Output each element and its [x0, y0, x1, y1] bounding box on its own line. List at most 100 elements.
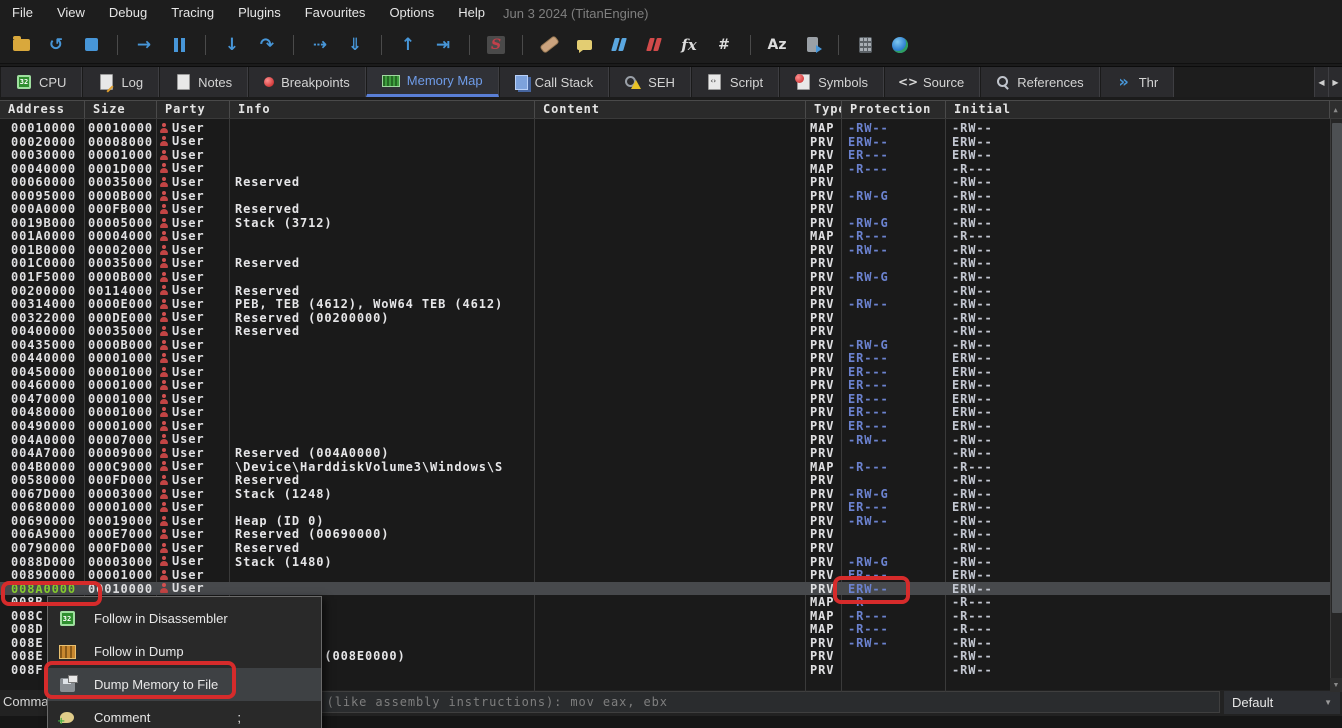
- table-row[interactable]: 000A0000000FB000UserReservedPRV-RW--: [0, 202, 1342, 216]
- menu-debug[interactable]: Debug: [97, 0, 159, 26]
- execute-till-return-icon[interactable]: ↑: [397, 34, 419, 56]
- scroll-up-icon[interactable]: ▲: [1330, 101, 1342, 118]
- pause-icon[interactable]: [168, 34, 190, 56]
- table-row[interactable]: 00322000000DE000UserReserved (00200000)P…: [0, 311, 1342, 325]
- tab-notes[interactable]: Notes: [159, 67, 248, 97]
- tab-references[interactable]: References: [980, 67, 1099, 97]
- table-row[interactable]: 0019B00000005000UserStack (3712)PRV-RW-G…: [0, 216, 1342, 230]
- table-row[interactable]: 008A000000010000UserPRVERW--ERW--: [0, 582, 1342, 596]
- menu-help[interactable]: Help: [446, 0, 497, 26]
- table-row[interactable]: 004B0000000C9000User\Device\HarddiskVolu…: [0, 460, 1342, 474]
- table-row[interactable]: 0088D00000003000UserStack (1480)PRV-RW-G…: [0, 555, 1342, 569]
- table-row[interactable]: 004A000000007000UserPRV-RW---RW--: [0, 433, 1342, 447]
- context-menu-item-dump-memory-to-file[interactable]: Dump Memory to File: [48, 668, 321, 701]
- table-row[interactable]: 0067D00000003000UserStack (1248)PRV-RW-G…: [0, 487, 1342, 501]
- column-header-info[interactable]: Info: [230, 101, 535, 118]
- tab-call-stack[interactable]: Call Stack: [499, 67, 610, 97]
- table-row[interactable]: 0003000000001000UserPRVER---ERW--: [0, 148, 1342, 162]
- table-row[interactable]: 00580000000FD000UserReservedPRV-RW--: [0, 473, 1342, 487]
- context-menu-item-follow-in-dump[interactable]: Follow in Dump: [48, 635, 321, 668]
- menu-tracing[interactable]: Tracing: [159, 0, 226, 26]
- table-row[interactable]: 0045000000001000UserPRVER---ERW--: [0, 365, 1342, 379]
- comment-icon[interactable]: [573, 34, 595, 56]
- restart-icon[interactable]: ↺: [45, 34, 67, 56]
- run-trace-icon[interactable]: ⇢: [309, 34, 331, 56]
- trace-record-icon[interactable]: S: [485, 34, 507, 56]
- settings-icon[interactable]: [801, 34, 823, 56]
- run-icon[interactable]: →: [133, 34, 155, 56]
- tab-script[interactable]: Script: [691, 67, 779, 97]
- table-row[interactable]: 0001000000010000UserMAP-RW---RW--: [0, 121, 1342, 135]
- function-icon[interactable]: fx: [678, 34, 700, 56]
- column-header-type[interactable]: Type: [806, 101, 842, 118]
- tab-thr[interactable]: »Thr: [1100, 67, 1175, 97]
- bookmark-icon[interactable]: [643, 34, 665, 56]
- tab-symbols[interactable]: Symbols: [779, 67, 884, 97]
- menu-bar: FileViewDebugTracingPluginsFavouritesOpt…: [0, 0, 1342, 26]
- step-over-icon[interactable]: ↷: [256, 34, 278, 56]
- cell-address: 00095000: [0, 189, 85, 203]
- table-row[interactable]: 001A000000004000UserMAP-R----R---: [0, 229, 1342, 243]
- table-row[interactable]: 0002000000008000UserPRVERW--ERW--: [0, 135, 1342, 149]
- table-row[interactable]: 006A9000000E7000UserReserved (00690000)P…: [0, 527, 1342, 541]
- menu-options[interactable]: Options: [377, 0, 446, 26]
- font-icon[interactable]: Az: [766, 34, 788, 56]
- tab-source[interactable]: <>Source: [884, 67, 980, 97]
- table-row[interactable]: 0006000000035000UserReservedPRV-RW--: [0, 175, 1342, 189]
- table-row[interactable]: 004350000000B000UserPRV-RW-G-RW--: [0, 338, 1342, 352]
- menu-file[interactable]: File: [0, 0, 45, 26]
- table-row[interactable]: 004A700000009000UserReserved (004A0000)P…: [0, 446, 1342, 460]
- column-header-address[interactable]: Address: [0, 101, 85, 118]
- tab-seh[interactable]: SEH: [609, 67, 691, 97]
- tab-log[interactable]: Log: [82, 67, 159, 97]
- table-row[interactable]: 000400000001D000UserMAP-R----R---: [0, 162, 1342, 176]
- table-row[interactable]: 0040000000035000UserReservedPRV-RW--: [0, 324, 1342, 338]
- tab-memory-map[interactable]: Memory Map: [366, 67, 499, 97]
- run-to-user-code-icon[interactable]: ⇥: [432, 34, 454, 56]
- table-row[interactable]: 0069000000019000UserHeap (ID 0)PRV-RW---…: [0, 514, 1342, 528]
- menu-favourites[interactable]: Favourites: [293, 0, 378, 26]
- table-row[interactable]: 001F50000000B000UserPRV-RW-G-RW--: [0, 270, 1342, 284]
- goto-icon[interactable]: #: [713, 34, 735, 56]
- table-row[interactable]: 0044000000001000UserPRVER---ERW--: [0, 351, 1342, 365]
- tab-scroll-right-button[interactable]: ▶: [1328, 67, 1342, 97]
- profile-dropdown[interactable]: Default ▼: [1224, 691, 1340, 714]
- column-header-party[interactable]: Party: [157, 101, 230, 118]
- table-row[interactable]: 0048000000001000UserPRVER---ERW--: [0, 405, 1342, 419]
- table-row[interactable]: 0020000000114000UserReservedPRV-RW--: [0, 284, 1342, 298]
- table-row[interactable]: 001B000000002000UserPRV-RW---RW--: [0, 243, 1342, 257]
- column-header-protection[interactable]: Protection: [842, 101, 946, 118]
- column-header-size[interactable]: Size: [85, 101, 157, 118]
- tab-cpu[interactable]: 32CPU: [0, 67, 82, 97]
- vertical-scrollbar[interactable]: ▼: [1330, 119, 1342, 692]
- step-out-icon[interactable]: ⇓: [344, 34, 366, 56]
- update-icon[interactable]: [889, 34, 911, 56]
- tab-scroll-left-button[interactable]: ◀: [1314, 67, 1328, 97]
- tab-label: Script: [730, 75, 763, 90]
- step-into-icon[interactable]: ↓: [221, 34, 243, 56]
- table-row[interactable]: 0046000000001000UserPRVER---ERW--: [0, 378, 1342, 392]
- context-menu-item-comment[interactable]: Comment;: [48, 701, 321, 728]
- table-row[interactable]: 003140000000E000UserPEB, TEB (4612), WoW…: [0, 297, 1342, 311]
- column-header-initial[interactable]: Initial: [946, 101, 1330, 118]
- scroll-down-icon[interactable]: ▼: [1330, 678, 1342, 692]
- label-icon[interactable]: [608, 34, 630, 56]
- table-row[interactable]: 0047000000001000UserPRVER---ERW--: [0, 392, 1342, 406]
- tab-breakpoints[interactable]: Breakpoints: [248, 67, 366, 97]
- table-row[interactable]: 000950000000B000UserPRV-RW-G-RW--: [0, 189, 1342, 203]
- patch-icon[interactable]: [538, 34, 560, 56]
- open-file-icon[interactable]: [10, 34, 32, 56]
- menu-view[interactable]: View: [45, 0, 97, 26]
- table-row[interactable]: 00790000000FD000UserReservedPRV-RW--: [0, 541, 1342, 555]
- table-row[interactable]: 0089000000001000UserPRVER---ERW--: [0, 568, 1342, 582]
- table-row[interactable]: 001C000000035000UserReservedPRV-RW--: [0, 256, 1342, 270]
- context-menu-item-follow-in-disassembler[interactable]: 32Follow in Disassembler: [48, 602, 321, 635]
- table-row[interactable]: 0068000000001000UserPRVER---ERW--: [0, 500, 1342, 514]
- user-icon: [160, 489, 168, 499]
- scrollbar-thumb[interactable]: [1332, 123, 1342, 613]
- menu-plugins[interactable]: Plugins: [226, 0, 293, 26]
- table-row[interactable]: 0049000000001000UserPRVER---ERW--: [0, 419, 1342, 433]
- stop-icon[interactable]: [80, 34, 102, 56]
- column-header-content[interactable]: Content: [535, 101, 806, 118]
- calculator-icon[interactable]: [854, 34, 876, 56]
